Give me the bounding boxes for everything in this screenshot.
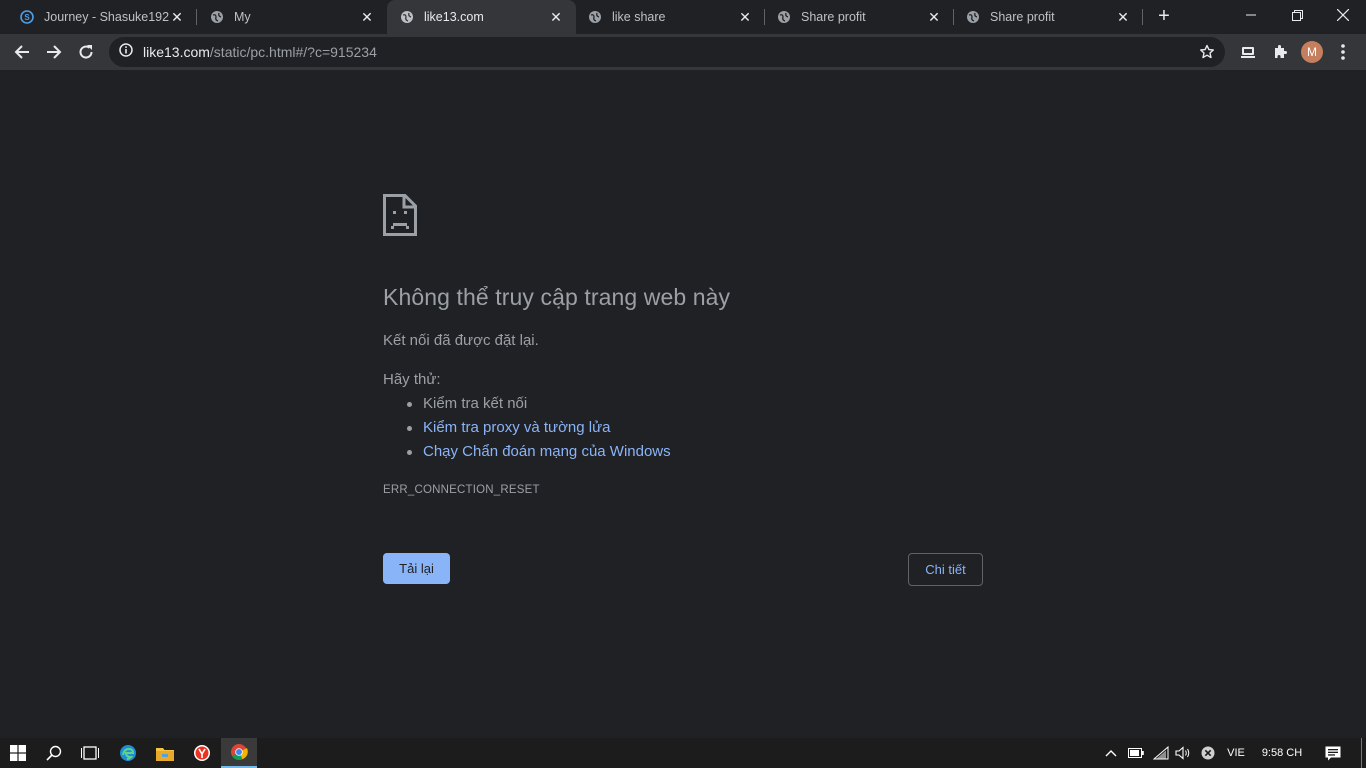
tab-my[interactable]: My ✕ <box>190 0 387 34</box>
close-icon[interactable]: ✕ <box>359 9 375 25</box>
globe-icon <box>966 10 980 24</box>
tab-separator <box>1142 9 1143 25</box>
tab-strip: S Journey - Shasuke192 - ✕ My ✕ like13.c… <box>0 0 1366 34</box>
browser-toolbar: like13.com/static/pc.html#/?c=915234 M <box>0 34 1366 70</box>
wifi-icon[interactable] <box>1150 738 1172 768</box>
input-language[interactable]: VIE <box>1221 738 1251 768</box>
task-view-icon[interactable] <box>72 738 108 768</box>
tab-share-profit-1[interactable]: Share profit ✕ <box>757 0 954 34</box>
tab-journey[interactable]: S Journey - Shasuke192 - ✕ <box>0 0 197 34</box>
tab-like-share[interactable]: like share ✕ <box>568 0 765 34</box>
battery-icon[interactable] <box>1125 738 1147 768</box>
error-code: ERR_CONNECTION_RESET <box>383 484 540 496</box>
globe-icon <box>777 10 791 24</box>
tab-like13[interactable]: like13.com ✕ <box>387 0 576 34</box>
close-icon[interactable]: ✕ <box>1115 9 1131 25</box>
page-content: Không thể truy cập trang web này Kết nối… <box>0 70 1366 738</box>
system-clock[interactable]: 9:58 CH <box>1256 738 1308 768</box>
windows-start-icon[interactable] <box>0 738 36 768</box>
tab-title: Share profit <box>801 10 866 24</box>
restore-icon[interactable] <box>1274 0 1320 30</box>
close-icon[interactable]: ✕ <box>926 9 942 25</box>
sad-page-icon <box>383 194 417 241</box>
user-favicon-icon: S <box>20 10 34 24</box>
suggestion-check-proxy-link[interactable]: Kiểm tra proxy và tường lửa <box>407 419 671 443</box>
minimize-icon[interactable] <box>1228 0 1274 30</box>
globe-icon <box>400 10 414 24</box>
close-icon[interactable]: ✕ <box>737 9 753 25</box>
menu-dots-icon[interactable] <box>1331 40 1355 64</box>
chrome-browser-icon[interactable] <box>221 738 257 768</box>
media-controls-icon[interactable] <box>1236 40 1260 64</box>
url-path: /static/pc.html#/?c=915234 <box>209 44 377 60</box>
forward-arrow-icon[interactable] <box>42 40 66 64</box>
tab-share-profit-2[interactable]: Share profit ✕ <box>946 0 1143 34</box>
show-hidden-icons-chevron-icon[interactable] <box>1101 738 1121 768</box>
url-text[interactable]: like13.com/static/pc.html#/?c=915234 <box>143 44 377 60</box>
reload-button[interactable]: Tải lại <box>383 553 450 584</box>
tab-title: My <box>234 10 251 24</box>
edge-browser-icon[interactable] <box>110 738 146 768</box>
globe-icon <box>210 10 224 24</box>
profile-avatar[interactable]: M <box>1301 41 1323 63</box>
error-description: Kết nối đã được đặt lại. <box>383 332 539 349</box>
file-explorer-icon[interactable] <box>147 738 183 768</box>
new-tab-plus-icon[interactable]: + <box>1154 6 1174 27</box>
back-arrow-icon[interactable] <box>10 40 34 64</box>
close-icon[interactable]: ✕ <box>169 9 185 25</box>
info-icon[interactable] <box>119 42 133 62</box>
extensions-puzzle-icon[interactable] <box>1268 40 1292 64</box>
address-bar[interactable]: like13.com/static/pc.html#/?c=915234 <box>109 37 1225 67</box>
try-label: Hãy thử: <box>383 371 441 388</box>
url-host: like13.com <box>143 44 210 60</box>
bookmark-star-icon[interactable] <box>1199 44 1215 65</box>
suggestion-run-diagnostics-link[interactable]: Chạy Chẩn đoán mạng của Windows <box>407 443 671 467</box>
windows-taskbar: VIE 9:58 CH <box>0 738 1366 768</box>
details-button[interactable]: Chi tiết <box>908 553 983 586</box>
svg-text:S: S <box>24 13 30 22</box>
tab-title: like13.com <box>424 10 484 24</box>
tab-title: like share <box>612 10 666 24</box>
tab-title: Journey - Shasuke192 - <box>44 10 169 24</box>
show-desktop-strip[interactable] <box>1361 738 1362 768</box>
yandex-browser-icon[interactable] <box>184 738 220 768</box>
globe-icon <box>588 10 602 24</box>
notification-blocked-icon[interactable] <box>1197 738 1219 768</box>
volume-icon[interactable] <box>1172 738 1194 768</box>
suggestion-check-connection: Kiểm tra kết nối <box>407 395 671 419</box>
search-icon[interactable] <box>36 738 72 768</box>
error-title: Không thể truy cập trang web này <box>383 284 731 310</box>
action-center-icon[interactable] <box>1320 738 1346 768</box>
suggestions-list: Kiểm tra kết nối Kiểm tra proxy và tường… <box>407 395 671 467</box>
close-icon[interactable]: ✕ <box>548 9 564 25</box>
window-close-icon[interactable] <box>1320 0 1366 30</box>
reload-icon[interactable] <box>74 40 98 64</box>
tab-title: Share profit <box>990 10 1055 24</box>
